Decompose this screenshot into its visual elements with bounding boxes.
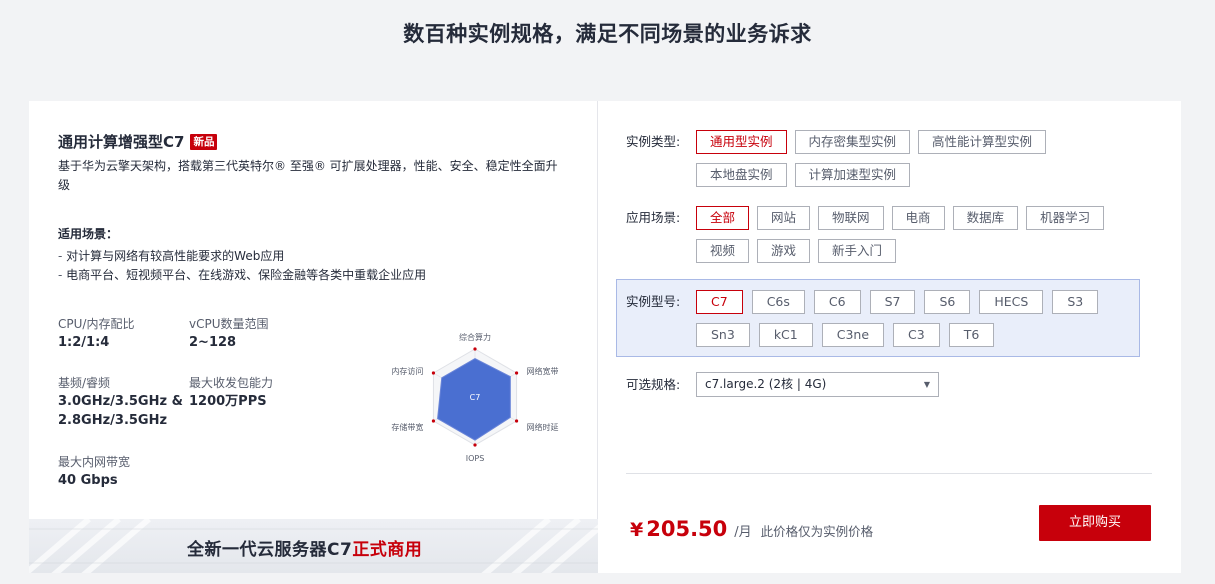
price-display: ¥ 205.50 /月 此价格仅为实例价格 bbox=[630, 517, 873, 541]
selector-panel: 实例类型: 通用型实例 内存密集型实例 高性能计算型实例本地盘实例 计算加速型实例 应… bbox=[599, 101, 1181, 573]
model-chip[interactable]: C3ne bbox=[821, 323, 885, 347]
radar-axis-label: 存储带宽 bbox=[391, 422, 423, 432]
spec-value: 2~128 bbox=[189, 335, 237, 350]
filter-label: 实例型号: bbox=[626, 294, 681, 309]
price-amount: 205.50 bbox=[646, 517, 728, 541]
instance-type-chip[interactable]: 内存密集型实例 bbox=[794, 130, 911, 154]
spec-label: 最大内网带宽 bbox=[58, 455, 131, 469]
scenario-chip[interactable]: 数据库 bbox=[952, 206, 1019, 230]
instance-type-chip[interactable]: 通用型实例 bbox=[696, 130, 787, 154]
model-filter-box: 实例型号: C7 C6s C6 S7 S6 HECS S3 Sn3 kC1 C3ne C3 T6 bbox=[616, 279, 1140, 357]
spec-value: 1200万PPS bbox=[189, 394, 267, 409]
product-detail-panel: 通用计算增强型C7 新品 基于华为云擎天架构，搭载第三代英特尔® 至强® 可扩展… bbox=[29, 101, 598, 573]
product-name-text: 通用计算增强型C7 bbox=[58, 133, 185, 151]
radar-axis-marker bbox=[431, 419, 436, 423]
spec-bandwidth: 最大内网带宽 40 Gbps bbox=[58, 453, 130, 490]
instance-type-filter: 实例类型: 通用型实例 内存密集型实例 高性能计算型实例本地盘实例 计算加速型实例 bbox=[626, 130, 1136, 196]
product-card: 通用计算增强型C7 新品 基于华为云擎天架构，搭载第三代英特尔® 至强® 可扩展… bbox=[29, 101, 1181, 573]
spec-cpu-memory-ratio: CPU/内存配比 1:2/1:4 bbox=[58, 315, 134, 352]
new-badge: 新品 bbox=[190, 133, 218, 150]
scenario-chip[interactable]: 电商 bbox=[891, 206, 945, 230]
buy-now-button[interactable]: 立即购买 bbox=[1039, 505, 1151, 541]
instance-type-chip[interactable]: 高性能计算型实例 bbox=[918, 130, 1047, 154]
radar-axis-label: 网络宽带 bbox=[527, 366, 559, 376]
spec-value: 1:2/1:4 bbox=[58, 335, 110, 350]
model-chip[interactable]: C6s bbox=[751, 290, 805, 314]
model-chips: C7 C6s C6 S7 S6 HECS S3 Sn3 kC1 C3ne C3 T6 bbox=[696, 290, 1116, 356]
model-chip[interactable]: S3 bbox=[1052, 290, 1099, 314]
scenario-chip[interactable]: 视频 bbox=[696, 239, 750, 263]
spec-label: vCPU数量范围 bbox=[189, 317, 269, 331]
radar-center-label: C7 bbox=[470, 393, 481, 402]
flavor-row: 可选规格: c7.large.2 (2核 | 4G) ▼ bbox=[626, 372, 939, 397]
scenario-chip[interactable]: 网站 bbox=[757, 206, 811, 230]
spec-value: 3.0GHz/3.5GHz & 2.8GHz/3.5GHz bbox=[58, 394, 183, 428]
radar-axis-marker bbox=[431, 371, 436, 375]
spec-pps: 最大收发包能力 1200万PPS bbox=[189, 374, 273, 411]
scenario-filter: 应用场景: 全部 网站 物联网 电商 数据库 机器学习视频 游戏 新手入门 bbox=[626, 206, 1136, 272]
divider bbox=[626, 473, 1152, 474]
flavor-select-value: c7.large.2 (2核 | 4G) bbox=[705, 377, 827, 391]
model-filter: 实例型号: C7 C6s C6 S7 S6 HECS S3 Sn3 kC1 C3ne C3 T6 bbox=[626, 290, 1116, 356]
radar-axis-marker bbox=[514, 371, 519, 375]
model-chip[interactable]: HECS bbox=[979, 290, 1044, 314]
currency-symbol: ¥ bbox=[630, 519, 644, 541]
price-unit: /月 bbox=[734, 525, 752, 540]
model-chip[interactable]: T6 bbox=[948, 323, 995, 347]
scenario-chip[interactable]: 游戏 bbox=[757, 239, 811, 263]
instance-type-chip[interactable]: 计算加速型实例 bbox=[794, 163, 911, 187]
filter-label: 可选规格: bbox=[626, 376, 681, 392]
radar-axis-marker bbox=[514, 419, 519, 423]
model-chip[interactable]: C7 bbox=[696, 290, 743, 314]
model-chip[interactable]: S6 bbox=[924, 290, 971, 314]
promo-banner[interactable]: 全新一代云服务器C7正式商用 bbox=[29, 519, 598, 573]
filter-label: 实例类型: bbox=[626, 134, 681, 149]
product-name: 通用计算增强型C7 新品 bbox=[58, 131, 218, 152]
spec-label: 最大收发包能力 bbox=[189, 376, 274, 390]
model-chip[interactable]: S7 bbox=[869, 290, 916, 314]
radar-axis-marker bbox=[473, 347, 477, 351]
radar-axis-label: IOPS bbox=[466, 454, 485, 463]
scene-item: 对计算与网络有较高性能要求的Web应用 bbox=[58, 247, 426, 266]
price-note: 此价格仅为实例价格 bbox=[760, 524, 874, 539]
model-chip[interactable]: Sn3 bbox=[696, 323, 750, 347]
flavor-select[interactable]: c7.large.2 (2核 | 4G) ▼ bbox=[696, 372, 939, 397]
scenario-chip[interactable]: 机器学习 bbox=[1026, 206, 1105, 230]
model-chip[interactable]: C3 bbox=[893, 323, 940, 347]
scenes-list: 对计算与网络有较高性能要求的Web应用 电商平台、短视频平台、在线游戏、保险金融… bbox=[58, 247, 426, 285]
scene-item: 电商平台、短视频平台、在线游戏、保险金融等各类中重载企业应用 bbox=[58, 266, 426, 285]
spec-label: CPU/内存配比 bbox=[58, 317, 135, 331]
filter-label: 应用场景: bbox=[626, 210, 681, 225]
scenario-chip[interactable]: 全部 bbox=[696, 206, 750, 230]
scenes-title: 适用场景： bbox=[58, 227, 119, 241]
banner-text: 全新一代云服务器C7正式商用 bbox=[187, 535, 422, 560]
instance-type-chips: 通用型实例 内存密集型实例 高性能计算型实例本地盘实例 计算加速型实例 bbox=[696, 130, 1136, 196]
radar-axis-label: 内存访问 bbox=[391, 366, 423, 376]
radar-axis-label: 网络时延 bbox=[527, 422, 559, 432]
product-description: 基于华为云擎天架构，搭载第三代英特尔® 至强® 可扩展处理器，性能、安全、稳定性… bbox=[58, 159, 558, 192]
radar-axis-label: 综合算力 bbox=[459, 332, 491, 342]
spec-value: 40 Gbps bbox=[58, 473, 118, 488]
spec-frequency: 基频/睿频 3.0GHz/3.5GHz & 2.8GHz/3.5GHz bbox=[58, 374, 183, 430]
instance-type-chip[interactable]: 本地盘实例 bbox=[696, 163, 787, 187]
page-title: 数百种实例规格，满足不同场景的业务诉求 bbox=[403, 22, 812, 46]
banner-text-highlight: 正式商用 bbox=[352, 540, 423, 560]
model-chip[interactable]: C6 bbox=[813, 290, 861, 314]
radar-axis-marker bbox=[473, 443, 477, 447]
scenario-chip[interactable]: 物联网 bbox=[818, 206, 884, 230]
spec-label: 基频/睿频 bbox=[58, 376, 111, 390]
model-chip[interactable]: kC1 bbox=[758, 323, 813, 347]
chevron-down-icon: ▼ bbox=[923, 380, 930, 389]
spec-vcpu-range: vCPU数量范围 2~128 bbox=[189, 315, 269, 352]
scenario-chips: 全部 网站 物联网 电商 数据库 机器学习视频 游戏 新手入门 bbox=[696, 206, 1136, 272]
performance-radar-chart: C7 综合算力网络宽带网络时延 IOPS 存储带宽 内存访问 bbox=[391, 332, 559, 463]
scenario-chip[interactable]: 新手入门 bbox=[818, 239, 897, 263]
banner-text-main: 全新一代云服务器C7 bbox=[187, 540, 353, 560]
